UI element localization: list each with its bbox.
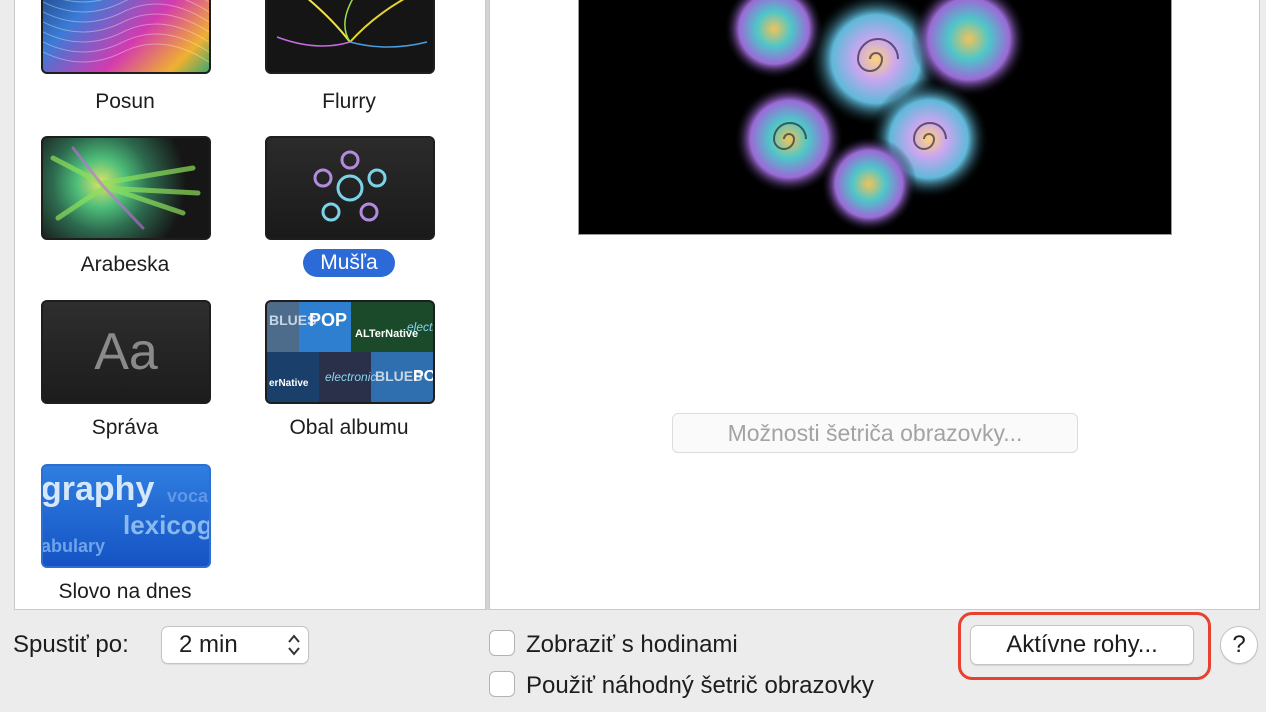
random-screensaver-checkbox[interactable] bbox=[489, 671, 515, 697]
random-screensaver-label: Použiť náhodný šetrič obrazovky bbox=[526, 672, 874, 699]
slovo-word-4: abulary bbox=[41, 536, 106, 556]
shell-preview-art bbox=[724, 0, 1027, 232]
screensaver-preview bbox=[578, 0, 1172, 235]
obal-albumu-thumbnail[interactable]: BLUES POP ALTerNative electr erNative el… bbox=[265, 300, 435, 404]
start-after-value: 2 min bbox=[179, 631, 238, 658]
slovo-word-2: voca bbox=[167, 486, 209, 506]
flurry-label: Flurry bbox=[322, 90, 376, 113]
screensaver-musla[interactable]: Mušľa bbox=[259, 136, 439, 286]
album-word-4: electr bbox=[407, 320, 435, 334]
sprava-label: Správa bbox=[91, 416, 159, 439]
sprava-thumbnail[interactable]: Aa bbox=[41, 300, 211, 404]
sprava-aa-glyph: Aa bbox=[94, 323, 158, 381]
screensaver-slovo-na-dnes[interactable]: graphy voca lexicog abulary Slovo na dne… bbox=[35, 464, 215, 614]
slovo-na-dnes-thumbnail[interactable]: graphy voca lexicog abulary bbox=[41, 464, 211, 568]
slovo-na-dnes-label: Slovo na dnes bbox=[58, 580, 192, 603]
musla-label: Mušľa bbox=[259, 249, 439, 277]
obal-albumu-label: Obal albumu bbox=[289, 416, 409, 439]
up-down-chevron-icon bbox=[288, 634, 300, 656]
posun-thumbnail[interactable] bbox=[41, 0, 211, 74]
show-clock-checkbox[interactable] bbox=[489, 630, 515, 656]
slovo-word-1: graphy bbox=[41, 470, 155, 508]
album-word-2: POP bbox=[309, 310, 348, 330]
album-word-6: electronic bbox=[325, 370, 377, 384]
help-button[interactable]: ? bbox=[1220, 626, 1258, 664]
slovo-word-3: lexicog bbox=[123, 510, 211, 540]
arabeska-thumbnail[interactable] bbox=[41, 136, 211, 240]
start-after-select[interactable]: 2 min bbox=[161, 626, 309, 664]
start-after-label: Spustiť po: bbox=[13, 631, 129, 658]
flurry-thumbnail[interactable] bbox=[265, 0, 435, 74]
screensaver-options-button[interactable]: Možnosti šetriča obrazovky... bbox=[672, 413, 1078, 453]
album-word-5: erNative bbox=[269, 378, 309, 389]
arabeska-pattern bbox=[50, 146, 201, 230]
screensaver-sprava[interactable]: Aa Správa bbox=[35, 300, 215, 450]
arabeska-label: Arabeska bbox=[80, 253, 170, 276]
highlight-annotation bbox=[958, 612, 1211, 680]
posun-pattern bbox=[43, 0, 209, 63]
screensaver-obal-albumu[interactable]: BLUES POP ALTerNative electr erNative el… bbox=[259, 300, 439, 450]
screensaver-flurry[interactable]: Flurry bbox=[259, 0, 439, 120]
show-clock-label: Zobraziť s hodinami bbox=[526, 631, 738, 658]
screensaver-posun[interactable]: Posun bbox=[35, 0, 215, 120]
screensaver-arabeska[interactable]: Arabeska bbox=[35, 136, 215, 286]
musla-pattern bbox=[313, 150, 387, 222]
album-word-8: PO bbox=[413, 368, 435, 385]
flurry-pattern bbox=[276, 0, 428, 48]
musla-thumbnail[interactable] bbox=[265, 136, 435, 240]
posun-label: Posun bbox=[95, 90, 155, 113]
